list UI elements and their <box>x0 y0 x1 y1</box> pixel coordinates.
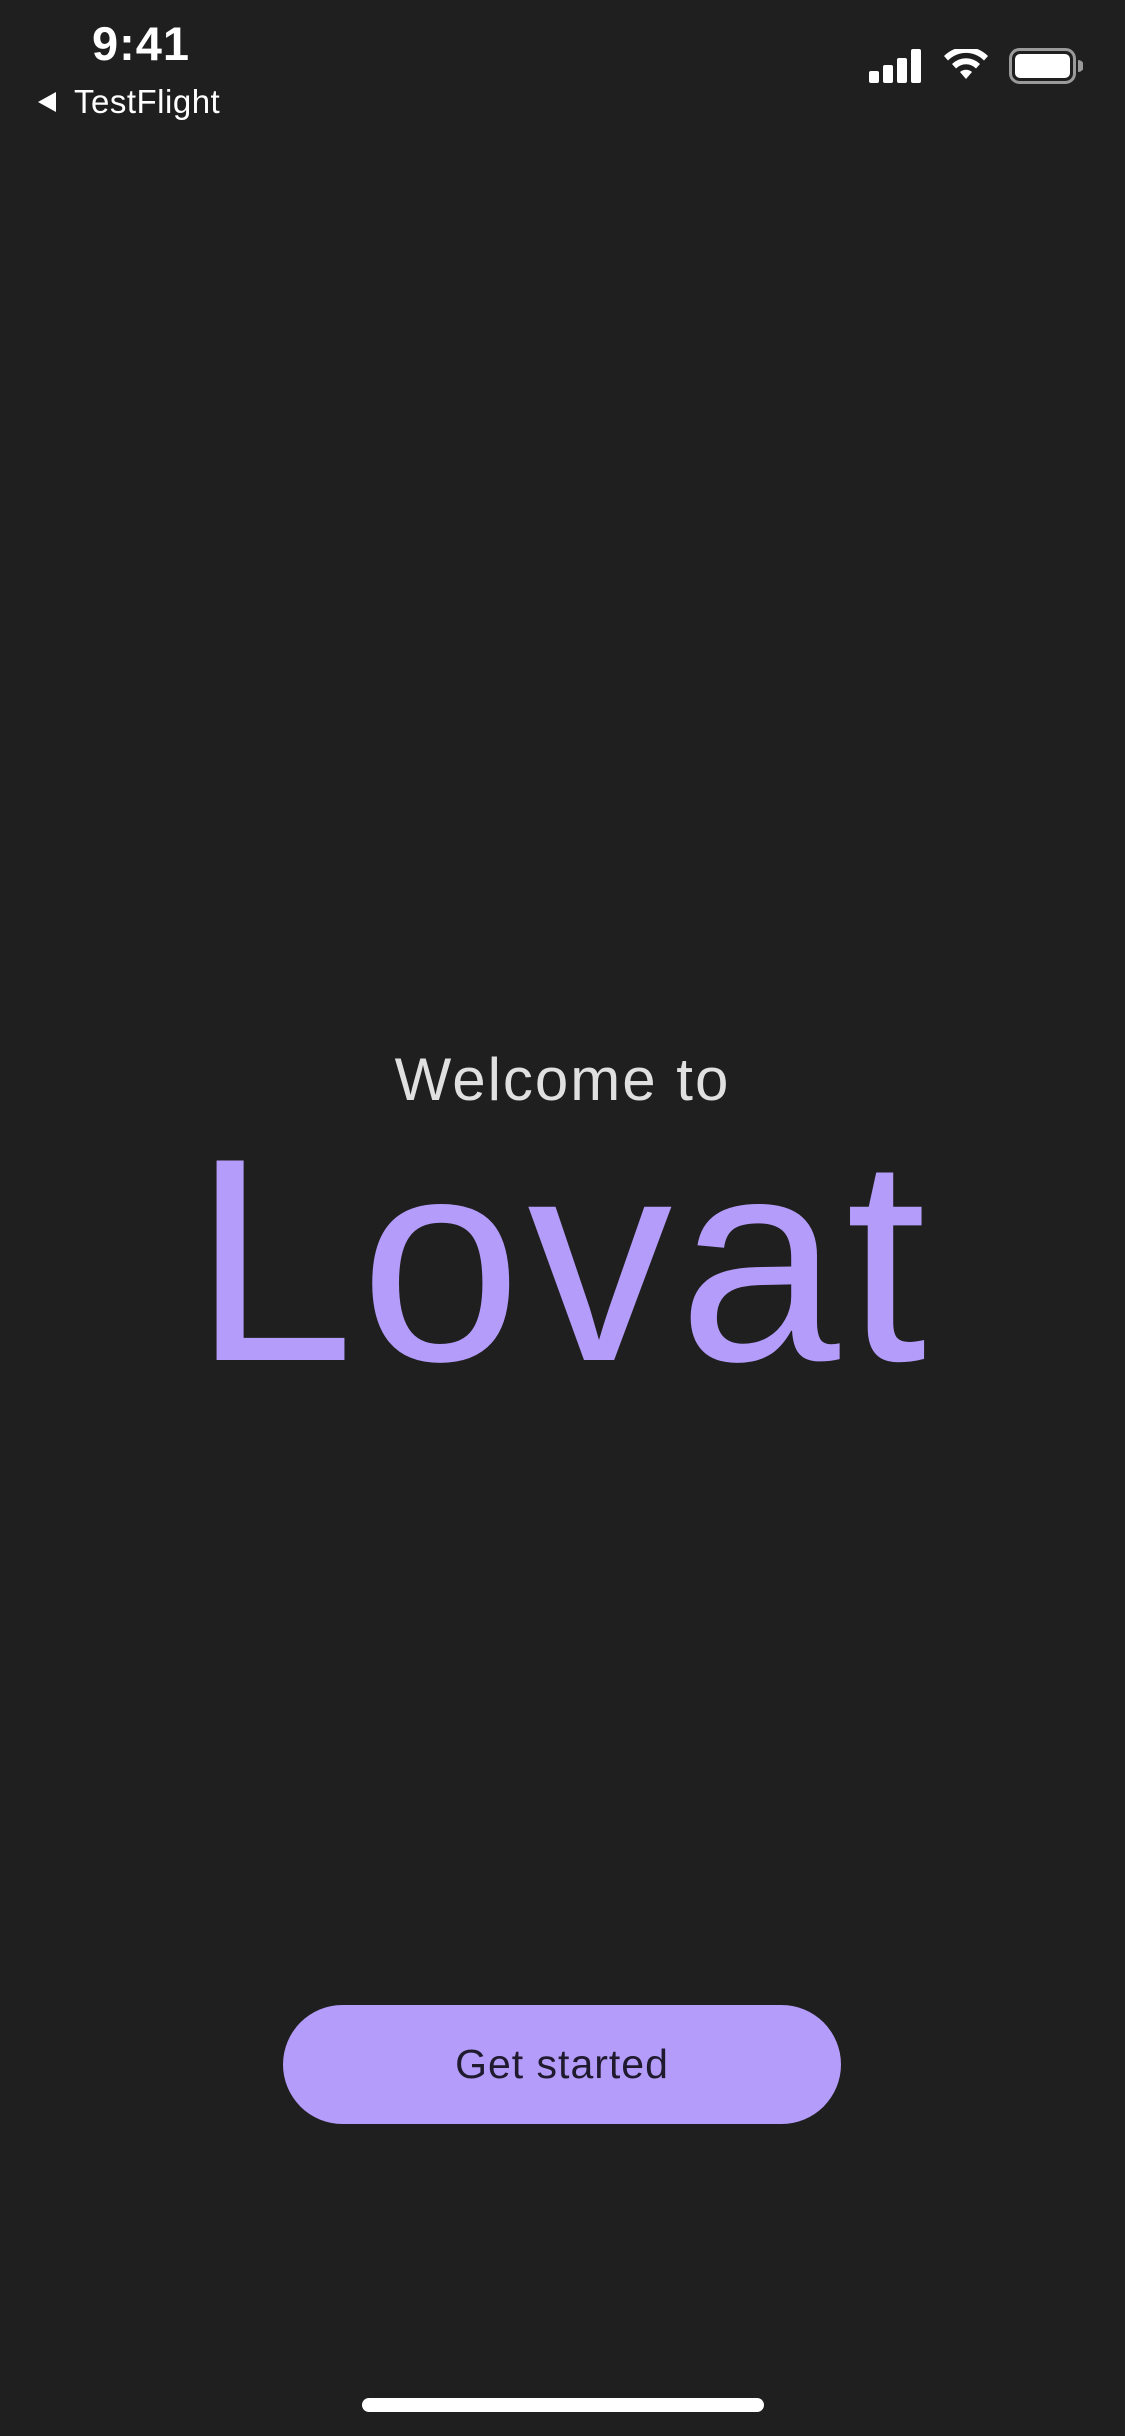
get-started-button[interactable]: Get started <box>283 2005 841 2124</box>
status-icons <box>869 46 1084 89</box>
status-time: 9:41 <box>92 17 191 70</box>
home-indicator[interactable] <box>362 2398 764 2412</box>
status-bar: 9:41 TestFlight <box>0 0 1125 140</box>
battery-icon <box>1009 47 1084 89</box>
back-to-testflight-link[interactable]: TestFlight <box>36 80 220 124</box>
app-name-title: Lovat <box>192 1098 933 1422</box>
back-link-label: TestFlight <box>74 83 221 120</box>
cellular-signal-icon <box>869 48 923 88</box>
wifi-icon <box>943 46 989 88</box>
back-triangle-icon <box>36 90 60 114</box>
